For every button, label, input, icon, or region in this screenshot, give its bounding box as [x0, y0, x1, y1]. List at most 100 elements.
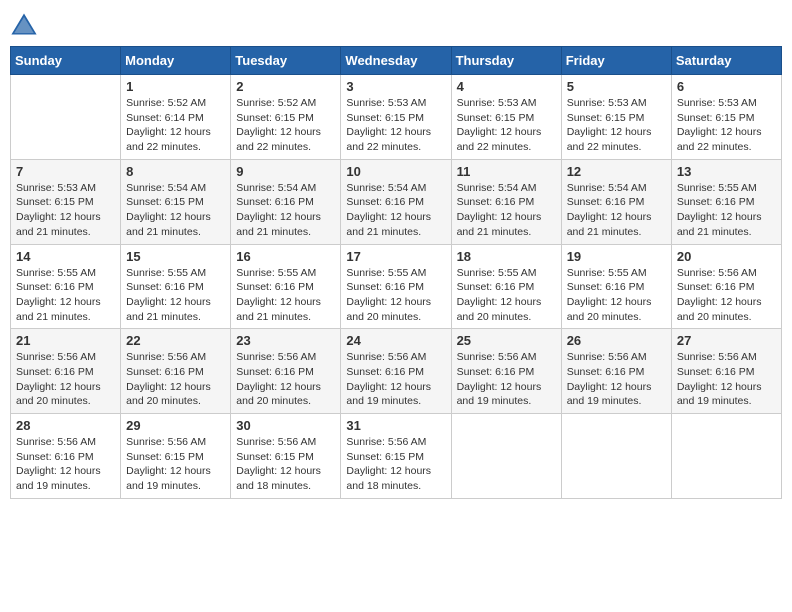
calendar-week-row: 21 Sunrise: 5:56 AM Sunset: 6:16 PM Dayli… [11, 329, 782, 414]
calendar-cell: 24Sunrise: 5:56 AM Sunset: 6:16 PM Dayli… [341, 329, 451, 414]
day-info: Sunrise: 5:52 AM Sunset: 6:14 PM Dayligh… [126, 96, 225, 155]
logo-icon [10, 10, 38, 38]
day-info: Sunrise: 5:53 AM Sunset: 6:15 PM Dayligh… [567, 96, 666, 155]
day-of-week-header: Wednesday [341, 47, 451, 75]
calendar-week-row: 1Sunrise: 5:52 AM Sunset: 6:14 PM Daylig… [11, 75, 782, 160]
day-info: Sunrise: 5:54 AM Sunset: 6:16 PM Dayligh… [457, 181, 556, 240]
day-number: 5 [567, 79, 666, 94]
calendar-cell: 2 Sunrise: 5:52 AM Sunset: 6:15 PM Daylig… [231, 75, 341, 160]
day-info: Sunrise: 5:55 AM Sunset: 6:16 PM Dayligh… [236, 266, 335, 325]
day-number: 19 [567, 249, 666, 264]
day-info: Sunrise: 5:56 AM Sunset: 6:15 PM Dayligh… [126, 435, 225, 494]
day-number: 3 [346, 79, 445, 94]
day-number: 26 [567, 333, 666, 348]
day-number: 11 [457, 164, 556, 179]
day-number: 18 [457, 249, 556, 264]
day-number: 21 [16, 333, 115, 348]
day-number: 22 [126, 333, 225, 348]
calendar-cell: 27 Sunrise: 5:56 AM Sunset: 6:16 PM Dayli… [671, 329, 781, 414]
day-number: 20 [677, 249, 776, 264]
day-number: 7 [16, 164, 115, 179]
calendar-cell: 29 Sunrise: 5:56 AM Sunset: 6:15 PM Dayli… [121, 414, 231, 499]
day-number: 30 [236, 418, 335, 433]
day-of-week-header: Monday [121, 47, 231, 75]
calendar-cell: 25 Sunrise: 5:56 AM Sunset: 6:16 PM Dayli… [451, 329, 561, 414]
day-number: 27 [677, 333, 776, 348]
day-number: 8 [126, 164, 225, 179]
day-info: Sunrise: 5:56 AM Sunset: 6:16 PM Dayligh… [457, 350, 556, 409]
day-info: Sunrise: 5:56 AM Sunset: 6:16 PM Dayligh… [567, 350, 666, 409]
calendar-cell: 17Sunrise: 5:55 AM Sunset: 6:16 PM Dayli… [341, 244, 451, 329]
day-info: Sunrise: 5:55 AM Sunset: 6:16 PM Dayligh… [457, 266, 556, 325]
day-number: 25 [457, 333, 556, 348]
day-number: 24 [346, 333, 445, 348]
day-info: Sunrise: 5:56 AM Sunset: 6:16 PM Dayligh… [677, 350, 776, 409]
calendar-cell: 21Sunrise: 5:56 AM Sunset: 6:16 PM Dayli… [11, 329, 121, 414]
calendar-cell [451, 414, 561, 499]
calendar-cell: 8Sunrise: 5:54 AM Sunset: 6:15 PM Daylig… [121, 159, 231, 244]
day-info: Sunrise: 5:55 AM Sunset: 6:16 PM Dayligh… [16, 266, 115, 325]
calendar-cell: 10Sunrise: 5:54 AM Sunset: 6:16 PM Dayli… [341, 159, 451, 244]
calendar-cell: 1Sunrise: 5:52 AM Sunset: 6:14 PM Daylig… [121, 75, 231, 160]
day-info: Sunrise: 5:54 AM Sunset: 6:16 PM Dayligh… [567, 181, 666, 240]
day-number: 13 [677, 164, 776, 179]
day-number: 29 [126, 418, 225, 433]
day-number: 6 [677, 79, 776, 94]
day-number: 4 [457, 79, 556, 94]
day-info: Sunrise: 5:55 AM Sunset: 6:16 PM Dayligh… [346, 266, 445, 325]
calendar-cell: 4 Sunrise: 5:53 AM Sunset: 6:15 PM Daylig… [451, 75, 561, 160]
day-of-week-header: Tuesday [231, 47, 341, 75]
calendar-week-row: 28 Sunrise: 5:56 AM Sunset: 6:16 PM Dayli… [11, 414, 782, 499]
calendar-cell: 19 Sunrise: 5:55 AM Sunset: 6:16 PM Dayli… [561, 244, 671, 329]
day-number: 12 [567, 164, 666, 179]
day-info: Sunrise: 5:53 AM Sunset: 6:15 PM Dayligh… [457, 96, 556, 155]
day-number: 10 [346, 164, 445, 179]
calendar-cell: 6Sunrise: 5:53 AM Sunset: 6:15 PM Daylig… [671, 75, 781, 160]
day-of-week-header: Friday [561, 47, 671, 75]
day-info: Sunrise: 5:54 AM Sunset: 6:16 PM Dayligh… [236, 181, 335, 240]
day-info: Sunrise: 5:56 AM Sunset: 6:16 PM Dayligh… [236, 350, 335, 409]
day-number: 23 [236, 333, 335, 348]
day-info: Sunrise: 5:56 AM Sunset: 6:16 PM Dayligh… [126, 350, 225, 409]
day-info: Sunrise: 5:56 AM Sunset: 6:15 PM Dayligh… [236, 435, 335, 494]
calendar-cell: 15Sunrise: 5:55 AM Sunset: 6:16 PM Dayli… [121, 244, 231, 329]
calendar-cell: 5 Sunrise: 5:53 AM Sunset: 6:15 PM Daylig… [561, 75, 671, 160]
day-info: Sunrise: 5:56 AM Sunset: 6:15 PM Dayligh… [346, 435, 445, 494]
calendar-cell: 22 Sunrise: 5:56 AM Sunset: 6:16 PM Dayli… [121, 329, 231, 414]
calendar-cell: 20 Sunrise: 5:56 AM Sunset: 6:16 PM Dayli… [671, 244, 781, 329]
calendar-cell [561, 414, 671, 499]
day-info: Sunrise: 5:55 AM Sunset: 6:16 PM Dayligh… [567, 266, 666, 325]
day-number: 28 [16, 418, 115, 433]
calendar-cell: 7 Sunrise: 5:53 AM Sunset: 6:15 PM Daylig… [11, 159, 121, 244]
calendar-cell [11, 75, 121, 160]
calendar-week-row: 7 Sunrise: 5:53 AM Sunset: 6:15 PM Daylig… [11, 159, 782, 244]
page-header [10, 10, 782, 38]
day-info: Sunrise: 5:56 AM Sunset: 6:16 PM Dayligh… [16, 435, 115, 494]
day-info: Sunrise: 5:52 AM Sunset: 6:15 PM Dayligh… [236, 96, 335, 155]
calendar-cell: 16 Sunrise: 5:55 AM Sunset: 6:16 PM Dayli… [231, 244, 341, 329]
day-info: Sunrise: 5:55 AM Sunset: 6:16 PM Dayligh… [126, 266, 225, 325]
day-info: Sunrise: 5:55 AM Sunset: 6:16 PM Dayligh… [677, 181, 776, 240]
day-info: Sunrise: 5:53 AM Sunset: 6:15 PM Dayligh… [16, 181, 115, 240]
calendar-table: SundayMondayTuesdayWednesdayThursdayFrid… [10, 46, 782, 499]
days-of-week-row: SundayMondayTuesdayWednesdayThursdayFrid… [11, 47, 782, 75]
day-info: Sunrise: 5:56 AM Sunset: 6:16 PM Dayligh… [677, 266, 776, 325]
day-number: 2 [236, 79, 335, 94]
day-of-week-header: Sunday [11, 47, 121, 75]
calendar-cell: 23 Sunrise: 5:56 AM Sunset: 6:16 PM Dayli… [231, 329, 341, 414]
calendar-cell: 11 Sunrise: 5:54 AM Sunset: 6:16 PM Dayli… [451, 159, 561, 244]
day-number: 16 [236, 249, 335, 264]
day-info: Sunrise: 5:53 AM Sunset: 6:15 PM Dayligh… [346, 96, 445, 155]
calendar-cell: 13 Sunrise: 5:55 AM Sunset: 6:16 PM Dayli… [671, 159, 781, 244]
calendar-cell: 28 Sunrise: 5:56 AM Sunset: 6:16 PM Dayli… [11, 414, 121, 499]
calendar-cell: 31Sunrise: 5:56 AM Sunset: 6:15 PM Dayli… [341, 414, 451, 499]
calendar-cell: 12 Sunrise: 5:54 AM Sunset: 6:16 PM Dayli… [561, 159, 671, 244]
calendar-cell: 14 Sunrise: 5:55 AM Sunset: 6:16 PM Dayli… [11, 244, 121, 329]
day-number: 14 [16, 249, 115, 264]
day-of-week-header: Thursday [451, 47, 561, 75]
calendar-cell: 26 Sunrise: 5:56 AM Sunset: 6:16 PM Dayli… [561, 329, 671, 414]
calendar-cell: 18 Sunrise: 5:55 AM Sunset: 6:16 PM Dayli… [451, 244, 561, 329]
calendar-cell: 9Sunrise: 5:54 AM Sunset: 6:16 PM Daylig… [231, 159, 341, 244]
calendar-cell: 3 Sunrise: 5:53 AM Sunset: 6:15 PM Daylig… [341, 75, 451, 160]
calendar-body: 1Sunrise: 5:52 AM Sunset: 6:14 PM Daylig… [11, 75, 782, 499]
